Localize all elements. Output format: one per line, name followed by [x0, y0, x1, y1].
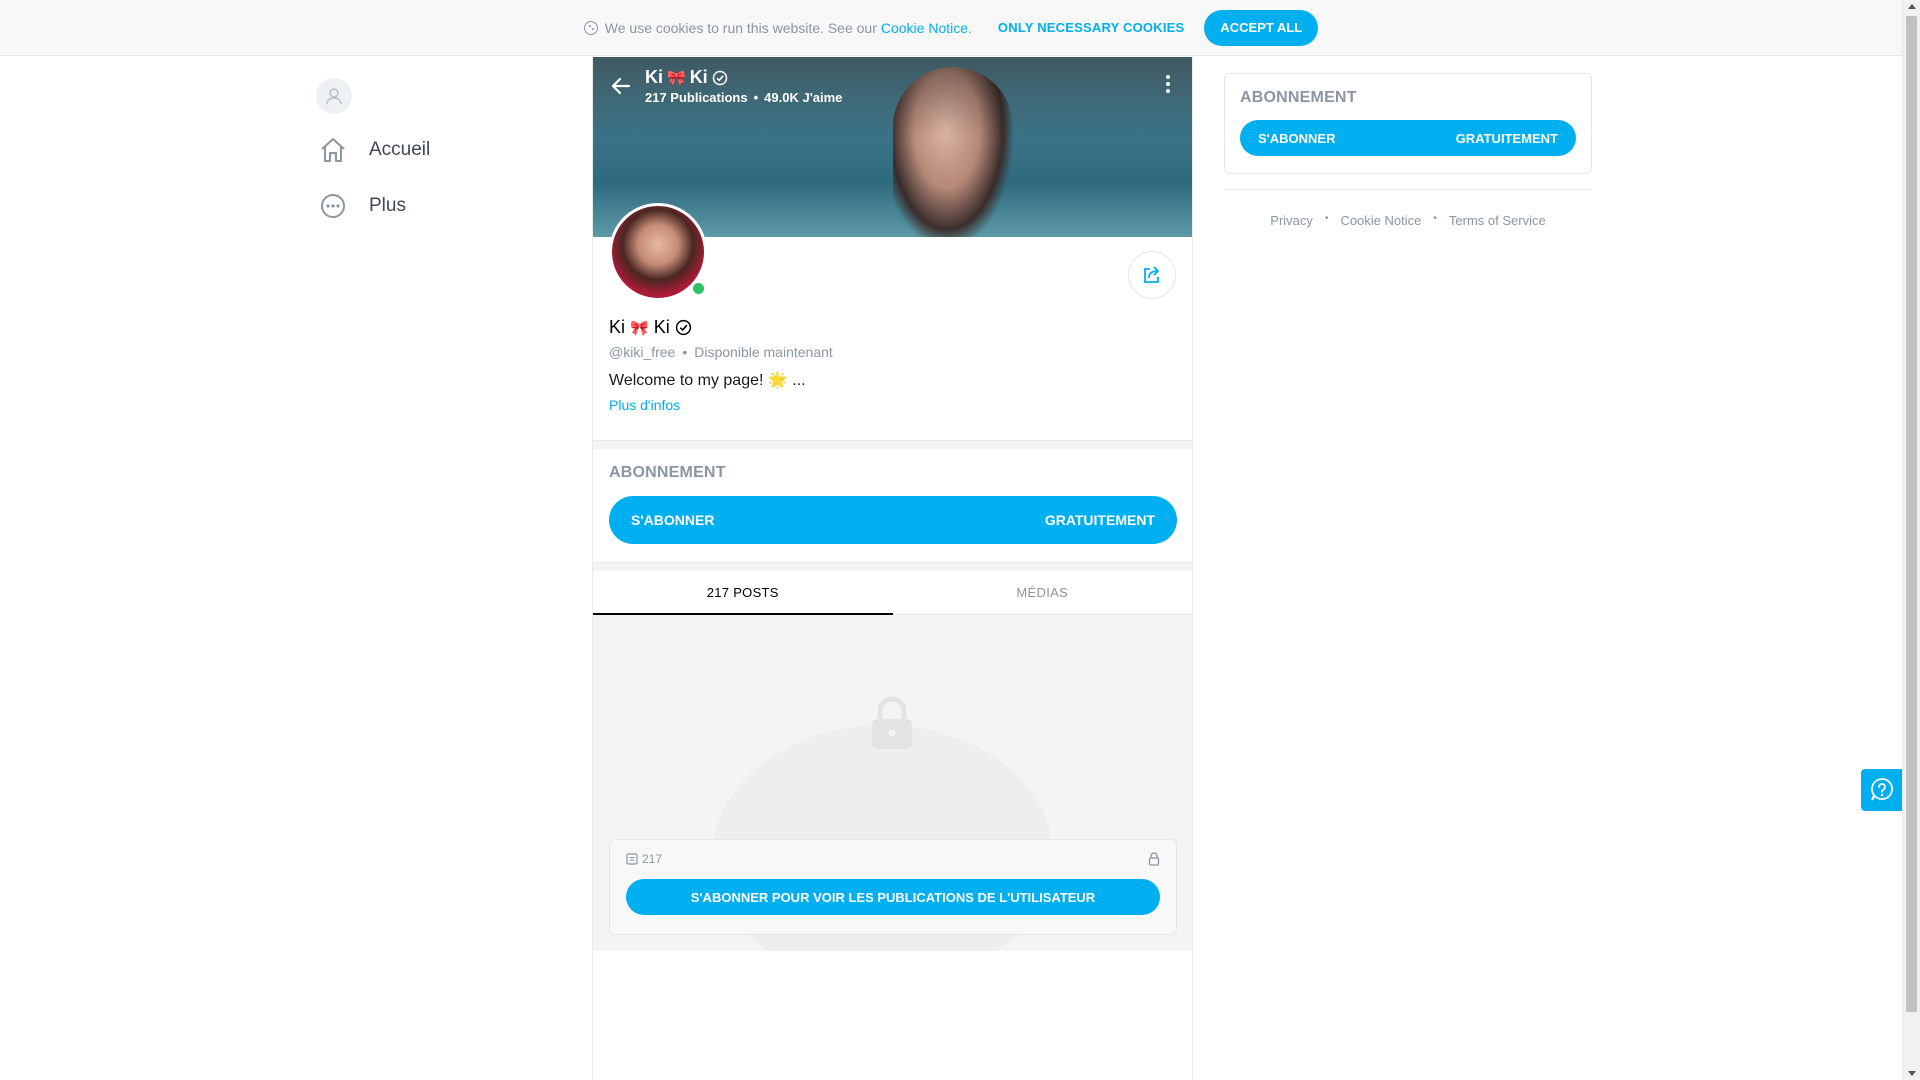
lock-icon [872, 696, 912, 749]
locked-posts-area: 217 S'ABONNER POUR VOIR LES PUBLICATIONS… [593, 615, 1192, 951]
right-subscribe-button[interactable]: S'ABONNER GRATUITEMENT [1240, 120, 1576, 156]
small-lock-icon [1148, 852, 1160, 866]
help-icon [1871, 778, 1894, 801]
back-arrow-icon[interactable] [609, 74, 633, 98]
privacy-link[interactable]: Privacy [1270, 213, 1313, 228]
cover-name-part: Ki [689, 67, 708, 87]
content-tabs: 217 POSTS MÉDIAS [593, 563, 1192, 615]
bow-emoji: 🎀 [667, 69, 686, 87]
share-icon [1144, 266, 1159, 283]
sidebar-item-label: Plus [369, 195, 406, 216]
locked-info-panel: 217 S'ABONNER POUR VOIR LES PUBLICATIONS… [609, 839, 1177, 935]
post-count: 217 [626, 852, 662, 866]
only-necessary-cookies-button[interactable]: ONLY NECESSARY COOKIES [998, 20, 1184, 35]
cookie-notice-footer-link[interactable]: Cookie Notice [1340, 213, 1421, 228]
sidebar-item-home[interactable]: Accueil [316, 122, 576, 178]
posts-icon [626, 853, 638, 865]
sidebar-item-more[interactable]: Plus [316, 178, 576, 234]
home-icon [316, 133, 350, 167]
more-info-link[interactable]: Plus d'infos [609, 397, 680, 413]
verified-icon [675, 319, 691, 336]
name-part: Ki [609, 317, 626, 337]
page-scrollbar[interactable] [1902, 0, 1920, 1080]
more-options-icon[interactable] [1158, 74, 1178, 94]
sidebar-item-label: Accueil [369, 139, 431, 160]
scrollbar-thumb[interactable] [1906, 16, 1917, 1012]
footer-links: Privacy • Cookie Notice • Terms of Servi… [1270, 213, 1546, 228]
bow-emoji: 🎀 [630, 319, 649, 337]
cookie-text: We use cookies to run this website. See … [604, 19, 877, 36]
post-count-value: 217 [642, 852, 663, 866]
publications-count: 217 Publications [645, 90, 748, 105]
subscribe-price: GRATUITEMENT [1044, 512, 1155, 528]
profile-info: Ki 🎀 Ki @kiki_free • Disponible maintenant… [593, 203, 1192, 441]
scroll-up-arrow-icon[interactable] [1908, 4, 1916, 9]
subscription-section: ABONNEMENT S'ABONNER GRATUITEMENT [593, 441, 1192, 563]
subscribe-to-view-posts-button[interactable]: S'ABONNER POUR VOIR LES PUBLICATIONS DE … [626, 879, 1160, 915]
tab-media[interactable]: MÉDIAS [893, 571, 1193, 614]
user-avatar[interactable] [316, 78, 352, 114]
right-subscription-card: ABONNEMENT S'ABONNER GRATUITEMENT [1224, 73, 1592, 174]
verified-icon [712, 70, 727, 85]
cookie-icon [583, 20, 598, 35]
cover-profile-name: Ki 🎀 Ki [645, 67, 842, 88]
scroll-down-arrow-icon[interactable] [1908, 1071, 1916, 1076]
cover-stats: 217 Publications • 49.0K J'aime [645, 90, 843, 105]
right-subscribe-label: S'ABONNER [1258, 130, 1336, 146]
subscription-title: ABONNEMENT [609, 464, 726, 481]
profile-bio: Welcome to my page! 🌟 ... [609, 372, 806, 389]
user-icon [326, 88, 342, 105]
right-divider [1224, 189, 1592, 190]
left-sidebar: Accueil Plus [316, 78, 576, 234]
tab-posts[interactable]: 217 POSTS [593, 571, 893, 615]
cookie-banner: We use cookies to run this website. See … [0, 0, 1902, 56]
profile-name: Ki 🎀 Ki [609, 317, 692, 338]
likes-count: 49.0K J'aime [764, 90, 843, 105]
name-part: Ki [653, 317, 670, 337]
cover-header: Ki 🎀 Ki 217 Publications • 49.0K J'aime [593, 57, 1192, 117]
online-status-dot [691, 281, 706, 296]
more-circle-icon [316, 189, 350, 223]
cookie-notice-link[interactable]: Cookie Notice [881, 20, 968, 36]
help-button[interactable] [1861, 769, 1903, 811]
terms-of-service-link[interactable]: Terms of Service [1449, 213, 1546, 228]
availability-status: Disponible maintenant [694, 344, 833, 360]
accept-all-cookies-button[interactable]: ACCEPT ALL [1204, 9, 1319, 46]
profile-column: Ki 🎀 Ki 217 Publications • 49.0K J'aime Ki… [592, 57, 1193, 1080]
profile-meta: @kiki_free • Disponible maintenant [609, 344, 833, 360]
right-subscription-title: ABONNEMENT [1240, 89, 1357, 106]
subscribe-label: S'ABONNER [631, 512, 715, 528]
cover-name-part: Ki [645, 67, 663, 87]
share-button[interactable] [1128, 251, 1176, 299]
subscribe-button[interactable]: S'ABONNER GRATUITEMENT [609, 496, 1177, 544]
right-subscribe-price: GRATUITEMENT [1455, 130, 1558, 146]
cookie-period: . [968, 19, 972, 36]
profile-handle: @kiki_free [609, 344, 676, 360]
